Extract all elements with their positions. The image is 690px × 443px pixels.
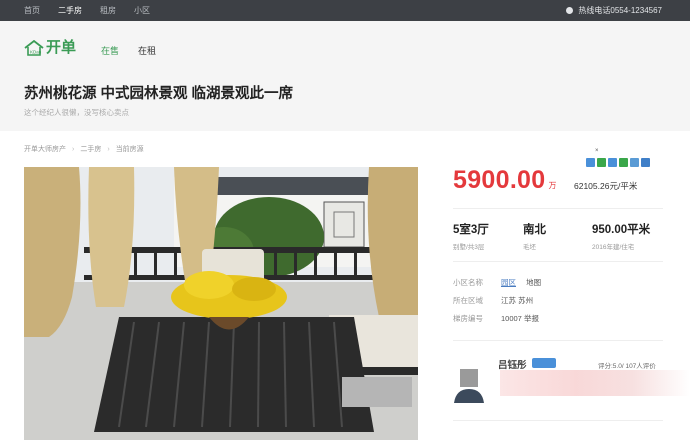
share-douban-icon[interactable]	[619, 158, 628, 167]
share-qzone-icon[interactable]	[586, 158, 595, 167]
chevron-right-icon: ›	[72, 145, 75, 153]
divider	[453, 261, 663, 262]
share-more-icon[interactable]	[641, 158, 650, 167]
divider	[453, 420, 663, 421]
top-nav: 首页 二手房 租房 小区	[24, 0, 168, 21]
share-renren-icon[interactable]	[630, 158, 639, 167]
total-price-value: 5900.00	[453, 166, 546, 194]
info-label: 小区名称	[453, 278, 483, 287]
agent-avatar[interactable]	[452, 365, 486, 403]
info-region: 所在区域 江苏 苏州	[453, 295, 533, 306]
share-wechat-icon[interactable]	[597, 158, 606, 167]
nav-secondhand[interactable]: 二手房	[58, 5, 82, 16]
page-header: KDan 开单 在售 在租 苏州桃花源 中式园林景观 临湖景观此一席 这个经纪人…	[0, 21, 690, 131]
unit-price: 62105.26元/平米	[574, 181, 638, 191]
info-label: 所在区域	[453, 296, 483, 305]
breadcrumb-item-current: 当前房源	[115, 146, 144, 153]
listing-tabs: 在售 在租	[101, 44, 175, 57]
total-price: 5900.00 万	[453, 166, 556, 195]
share-weibo-icon[interactable]	[608, 158, 617, 167]
svg-text:KDan: KDan	[30, 50, 42, 55]
attr-layout: 5室3厅 别墅/共3层	[453, 221, 489, 251]
attr-orientation-sub: 毛坯	[523, 244, 536, 251]
chevron-right-icon: ›	[107, 145, 110, 153]
attr-area: 950.00平米 2016年建/住宅	[592, 221, 650, 251]
divider	[453, 340, 663, 341]
info-listing-value: 10007 举报	[501, 314, 539, 323]
nav-rent[interactable]: 租房	[100, 5, 116, 16]
agent-contact-blur	[500, 370, 690, 396]
verified-badge-icon	[532, 358, 556, 368]
attr-orientation: 南北 毛坯	[523, 221, 546, 251]
page-subtitle: 这个经纪人很懒，没写核心卖点	[24, 108, 129, 117]
agent-rating: 评分:5.0/ 107人评价	[598, 363, 656, 370]
agent-name[interactable]: 吕钰彤	[498, 357, 527, 371]
hotline: 热线电话0554-1234567	[566, 0, 662, 21]
share-bar: ×	[586, 148, 666, 170]
map-link[interactable]: 地图	[526, 278, 541, 287]
listing-photo[interactable]	[24, 167, 418, 440]
info-community: 小区名称 园区 地图	[453, 277, 541, 288]
tab-for-sale[interactable]: 在售	[101, 44, 119, 57]
attr-layout-sub: 别墅/共3层	[453, 244, 485, 251]
watermark-blur	[342, 377, 412, 407]
attr-area-sub: 2016年建/住宅	[592, 244, 635, 251]
top-navbar: 首页 二手房 租房 小区 热线电话0554-1234567	[0, 0, 690, 21]
breadcrumb-item[interactable]: 二手房	[80, 144, 101, 154]
page-title: 苏州桃花源 中式园林景观 临湖景观此一席	[24, 86, 294, 102]
nav-community[interactable]: 小区	[134, 5, 150, 16]
total-price-unit: 万	[548, 181, 557, 190]
logo[interactable]: KDan 开单	[24, 40, 76, 56]
community-link[interactable]: 园区	[501, 278, 516, 287]
logo-text: 开单	[46, 39, 77, 56]
breadcrumb: 开单大师房产 › 二手房 › 当前房源	[24, 144, 144, 154]
info-region-value: 江苏 苏州	[501, 296, 534, 305]
attr-area-value: 950.00平米	[592, 224, 651, 236]
hotline-text: 热线电话0554-1234567	[578, 6, 662, 15]
phone-icon	[566, 7, 574, 14]
info-listing: 梯房编号 10007 举报	[453, 313, 539, 324]
house-logo-icon: KDan	[24, 40, 44, 56]
breadcrumb-item[interactable]: 开单大师房产	[24, 144, 66, 154]
info-label: 梯房编号	[453, 314, 483, 323]
divider	[453, 208, 663, 209]
attr-layout-value: 5室3厅	[453, 224, 489, 236]
nav-home[interactable]: 首页	[24, 5, 40, 16]
share-close-icon[interactable]: ×	[595, 148, 599, 154]
tab-for-rent[interactable]: 在租	[138, 44, 156, 57]
attr-orientation-value: 南北	[523, 224, 546, 236]
